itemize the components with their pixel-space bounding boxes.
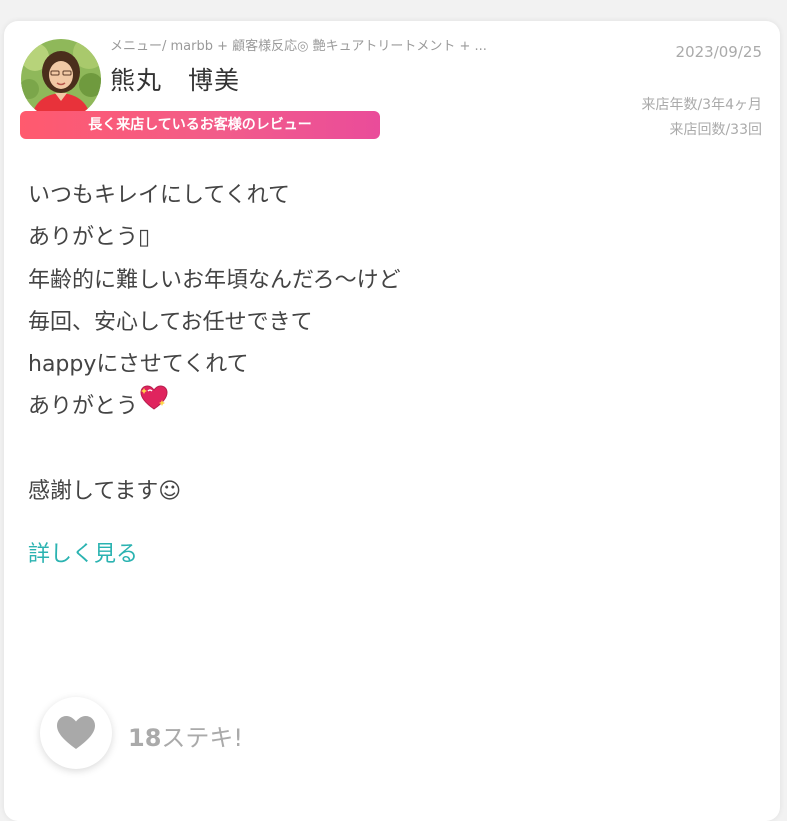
review-date: 2023/09/25 (675, 43, 762, 61)
review-line: ありがとう▯ (28, 225, 151, 251)
review-line: happyにさせてくれて (28, 352, 249, 378)
like-count-label: 18ステキ! (128, 718, 243, 753)
see-more-link[interactable]: 詳しく見る (28, 536, 138, 568)
review-card: メニュー/ marbb + 顧客様反応◎ 艶キュアトリートメント + ... 熊… (4, 21, 780, 821)
review-line-with-emoji: ありがとう (28, 384, 728, 428)
visit-years: 来店年数/3年4ヶ月 (641, 97, 762, 113)
like-count: 18 (128, 724, 162, 752)
menu-text: メニュー/ marbb + 顧客様反応◎ 艶キュアトリートメント + ... (110, 39, 487, 54)
avatar-image (21, 39, 101, 119)
review-body: いつもキレイにしてくれて ありがとう▯ 年齢的に難しいお年頃なんだろ〜けど 毎回… (28, 175, 728, 513)
review-line: 年齢的に難しいお年頃なんだろ〜けど (28, 267, 401, 293)
visit-count: 来店回数/33回 (669, 122, 762, 138)
like-button[interactable] (40, 697, 112, 769)
heart-icon (57, 716, 95, 749)
sparkling-heart-icon (140, 384, 168, 426)
review-line: 毎回、安心してお任せできて (28, 309, 313, 335)
review-line: 感謝してます☺ (28, 479, 182, 505)
avatar (21, 39, 101, 119)
long-time-customer-badge: 長く来店しているお客様のレビュー (20, 111, 380, 139)
reviewer-name: 熊丸 博美 (110, 66, 241, 95)
review-line: いつもキレイにしてくれて (28, 183, 291, 208)
review-line-text: ありがとう (28, 394, 139, 420)
review-line (28, 429, 728, 471)
like-label: ステキ! (161, 724, 244, 752)
